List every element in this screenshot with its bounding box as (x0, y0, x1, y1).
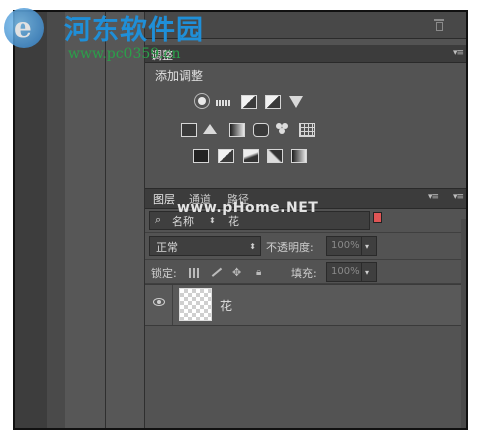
fill-dropdown-button[interactable]: ▾ (361, 262, 377, 282)
channel-mixer-icon[interactable] (276, 123, 282, 129)
levels-icon[interactable] (216, 100, 230, 106)
watermark-site-name: 河东软件园 (64, 15, 204, 46)
opacity-input[interactable]: 100% (326, 236, 362, 256)
blend-mode-value: 正常 (156, 241, 178, 254)
layers-menu-icon[interactable]: ▾≡ (428, 192, 439, 202)
opacity-value: 100% (331, 240, 360, 251)
collapsed-panel-column-1 (65, 12, 106, 428)
toolbar-gutter (47, 12, 65, 428)
layers-collapse-icon[interactable]: ▾≡ (453, 192, 464, 202)
hue-saturation-icon[interactable] (181, 123, 197, 137)
adjustments-tab-bar: 调整 ▾≡ (145, 45, 466, 63)
chevron-down-icon: ▾ (365, 268, 370, 277)
toolbar-column (15, 12, 47, 428)
opacity-label: 不透明度: (266, 241, 314, 254)
black-white-icon[interactable] (229, 123, 245, 137)
collapsed-panel-column-2 (106, 12, 145, 428)
filter-toggle-swatch[interactable] (373, 212, 382, 223)
lock-image-icon[interactable] (207, 263, 223, 277)
watermark-overlay-text: www.pHome.NET (177, 200, 319, 216)
watermark-logo (4, 8, 44, 48)
photoshop-window: 调整 ▾≡ 添加调整 图层 通道 路径 ▾≡ ▾≡ ⌕ 名称 ⬍ 花 正常 ⬍ … (13, 10, 468, 430)
panel-menu-icon[interactable]: ▾≡ (453, 48, 464, 58)
lock-position-icon[interactable]: ✥ (232, 266, 242, 279)
lock-all-icon[interactable]: 🔒︎ (256, 267, 266, 278)
layer-name[interactable]: 花 (220, 297, 232, 314)
posterize-icon[interactable] (218, 149, 234, 163)
fill-label: 填充: (291, 267, 317, 280)
blend-mode-select[interactable]: 正常 ⬍ (149, 236, 261, 256)
lock-label: 锁定: (151, 267, 177, 280)
trash-icon[interactable] (434, 19, 444, 31)
chevron-down-icon: ▾ (365, 242, 370, 251)
layer-thumbnail[interactable] (179, 288, 212, 321)
brightness-contrast-icon[interactable] (198, 97, 206, 105)
divider (172, 285, 173, 325)
gradient-map-icon[interactable] (291, 149, 307, 163)
blend-opacity-row: 正常 ⬍ 不透明度: 100% ▾ (145, 233, 466, 260)
visibility-eye-icon[interactable] (153, 298, 165, 306)
tab-layers[interactable]: 图层 (153, 191, 175, 207)
photo-filter-icon[interactable] (253, 123, 269, 137)
lock-transparent-icon[interactable] (189, 268, 199, 278)
lock-fill-row: 锁定: ✥ 🔒︎ 填充: 100% ▾ (145, 260, 466, 284)
layers-scrollbar[interactable] (461, 219, 466, 428)
curves-icon[interactable] (241, 95, 257, 109)
adjustments-title: 添加调整 (155, 69, 204, 83)
color-lookup-icon[interactable] (299, 123, 315, 137)
blend-mode-chevron-icon: ⬍ (249, 242, 256, 251)
invert-icon[interactable] (193, 149, 209, 163)
watermark-site-url: www.pc0359.cn (68, 46, 181, 62)
layer-row[interactable]: 花 (145, 284, 466, 326)
filter-type-chevron-icon[interactable]: ⬍ (209, 216, 216, 225)
threshold-icon[interactable] (243, 149, 259, 163)
selective-color-icon[interactable] (267, 149, 283, 163)
panel-dock: 调整 ▾≡ 添加调整 图层 通道 路径 ▾≡ ▾≡ ⌕ 名称 ⬍ 花 正常 ⬍ … (145, 12, 466, 428)
exposure-icon[interactable] (265, 95, 281, 109)
color-balance-icon[interactable] (203, 124, 217, 134)
fill-input[interactable]: 100% (326, 262, 362, 282)
fill-value: 100% (331, 266, 360, 277)
opacity-dropdown-button[interactable]: ▾ (361, 236, 377, 256)
search-icon: ⌕ (155, 213, 162, 226)
vibrance-icon[interactable] (289, 96, 303, 108)
